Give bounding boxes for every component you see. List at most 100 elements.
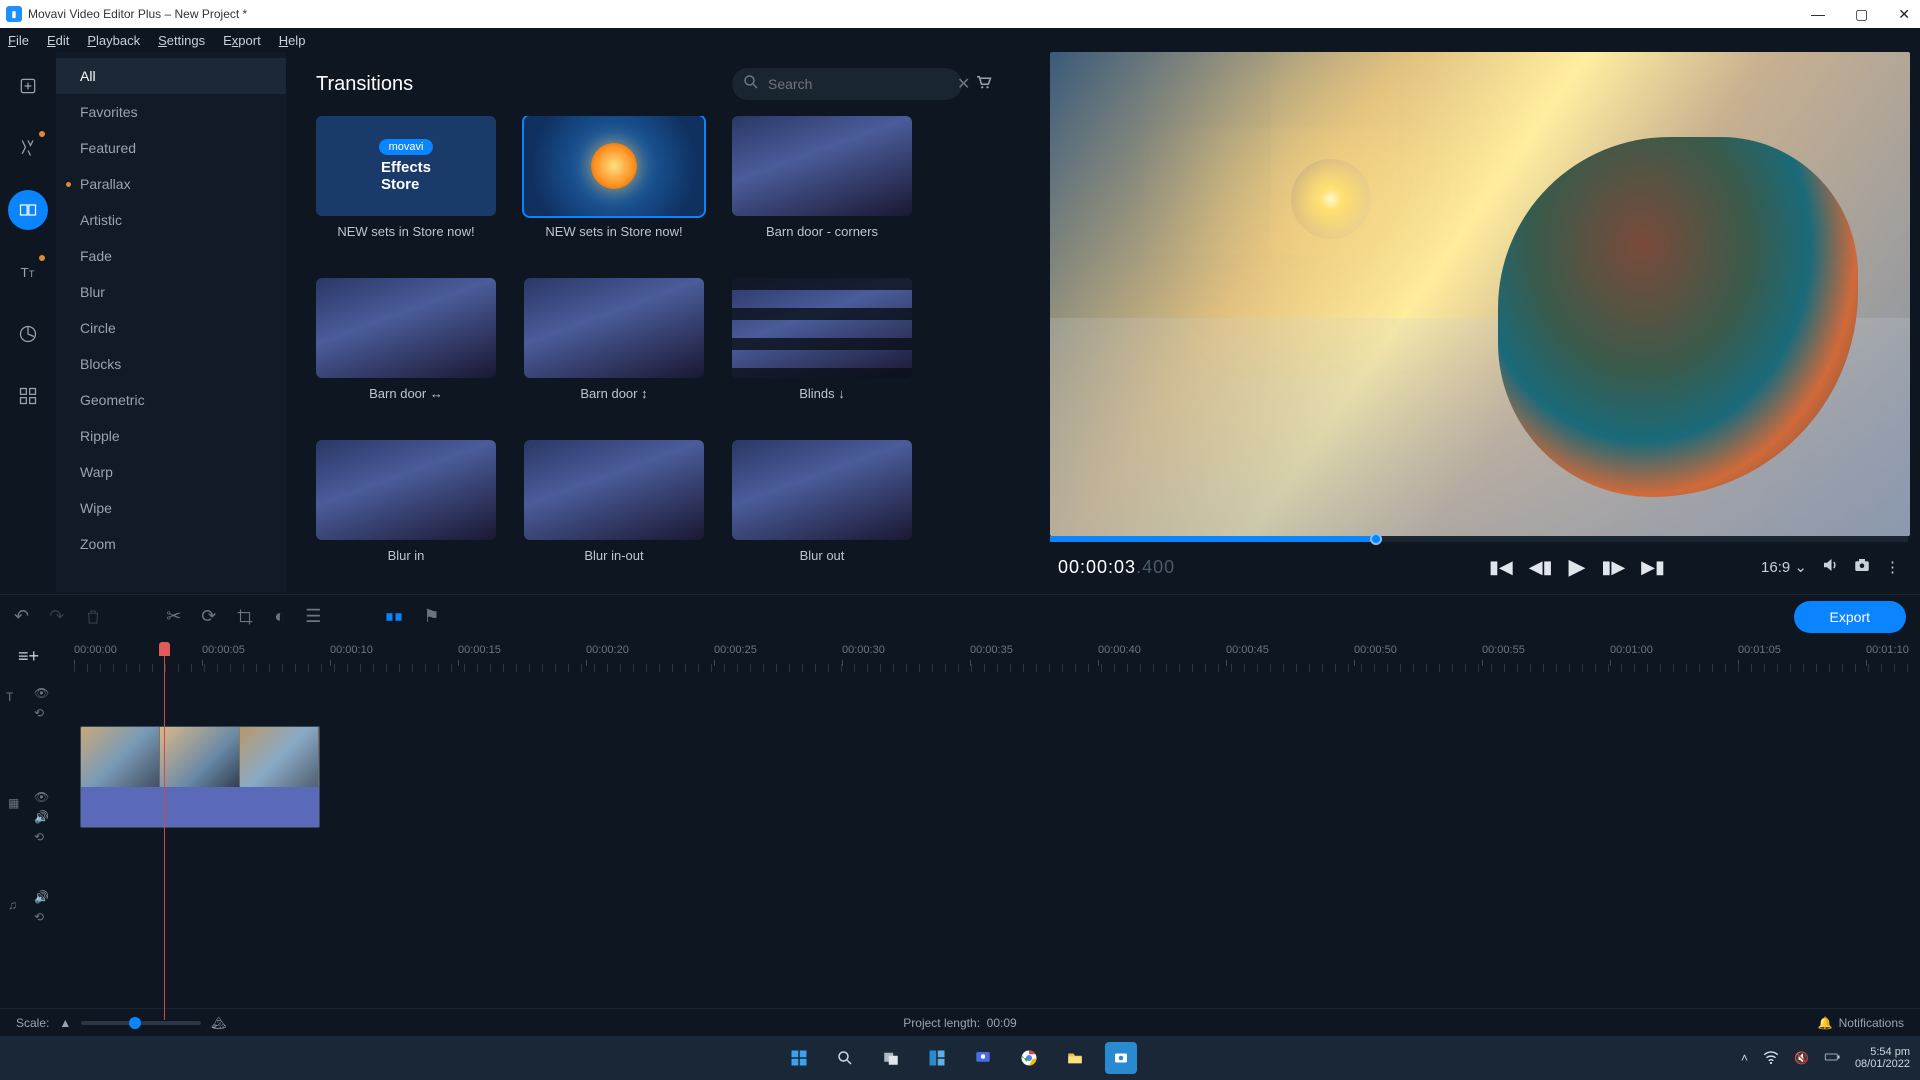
track-visibility-icon[interactable]: 👁 bbox=[34, 686, 49, 700]
menu-edit[interactable]: Edit bbox=[47, 33, 69, 48]
video-clip[interactable] bbox=[80, 726, 320, 828]
volume-tray-icon[interactable]: 🔇 bbox=[1794, 1051, 1809, 1065]
tool-titles[interactable]: TT bbox=[8, 252, 48, 292]
category-parallax[interactable]: Parallax bbox=[56, 166, 286, 202]
start-button[interactable] bbox=[783, 1042, 815, 1074]
category-fade[interactable]: Fade bbox=[56, 238, 286, 274]
tool-import[interactable] bbox=[8, 66, 48, 106]
crop-button[interactable] bbox=[236, 606, 254, 627]
category-blocks[interactable]: Blocks bbox=[56, 346, 286, 382]
transition-tile[interactable]: Blinds ↓ bbox=[732, 278, 912, 426]
category-wipe[interactable]: Wipe bbox=[56, 490, 286, 526]
time-ruler[interactable]: 00:00:0000:00:0500:00:1000:00:1500:00:20… bbox=[74, 644, 1914, 672]
transitions-grid[interactable]: movaviEffectsStoreNEW sets in Store now!… bbox=[316, 116, 992, 588]
step-back-button[interactable]: ◀▮ bbox=[1529, 557, 1553, 578]
taskbar-chrome[interactable] bbox=[1013, 1042, 1045, 1074]
delete-button[interactable] bbox=[84, 606, 102, 627]
tool-more[interactable] bbox=[8, 376, 48, 416]
color-button[interactable]: ◐ bbox=[274, 606, 285, 627]
taskbar-movavi[interactable] bbox=[1105, 1042, 1137, 1074]
transition-wizard-button[interactable] bbox=[385, 606, 403, 627]
snapshot-icon[interactable] bbox=[1853, 556, 1871, 578]
category-zoom[interactable]: Zoom bbox=[56, 526, 286, 562]
tool-transitions[interactable] bbox=[8, 190, 48, 230]
video-visibility-icon[interactable]: 👁 bbox=[34, 790, 49, 804]
music-audio-icon[interactable]: 🔊 bbox=[34, 890, 49, 904]
battery-icon[interactable] bbox=[1823, 1048, 1841, 1069]
category-artistic[interactable]: Artistic bbox=[56, 202, 286, 238]
taskbar-search[interactable] bbox=[829, 1042, 861, 1074]
search-input[interactable] bbox=[768, 76, 949, 92]
category-blur[interactable]: Blur bbox=[56, 274, 286, 310]
menu-help[interactable]: Help bbox=[279, 33, 306, 48]
prev-clip-button[interactable]: ▮◀ bbox=[1489, 557, 1513, 578]
video-audio-icon[interactable]: 🔊 bbox=[34, 810, 49, 824]
category-favorites[interactable]: Favorites bbox=[56, 94, 286, 130]
transition-tile[interactable]: Barn door ↕ bbox=[524, 278, 704, 426]
category-featured[interactable]: Featured bbox=[56, 130, 286, 166]
category-warp[interactable]: Warp bbox=[56, 454, 286, 490]
taskbar-widgets[interactable] bbox=[921, 1042, 953, 1074]
taskbar-explorer[interactable] bbox=[1059, 1042, 1091, 1074]
taskbar-chat[interactable] bbox=[967, 1042, 999, 1074]
wifi-icon[interactable] bbox=[1762, 1048, 1780, 1069]
tracks-area[interactable] bbox=[74, 672, 1914, 1020]
preview-canvas[interactable] bbox=[1050, 52, 1910, 536]
aspect-ratio[interactable]: 16:9 ⌄ bbox=[1761, 558, 1807, 576]
tool-stickers[interactable] bbox=[8, 314, 48, 354]
transition-tile[interactable]: Blur in bbox=[316, 440, 496, 588]
menubar: File Edit Playback Settings Export Help bbox=[0, 28, 1920, 52]
transition-tile[interactable]: Blur in-out bbox=[524, 440, 704, 588]
transition-tile[interactable]: NEW sets in Store now! bbox=[524, 116, 704, 264]
video-track[interactable] bbox=[74, 726, 1914, 834]
minimize-button[interactable]: — bbox=[1807, 6, 1829, 23]
menu-export[interactable]: Export bbox=[223, 33, 261, 48]
cart-icon[interactable] bbox=[974, 73, 992, 96]
volume-icon[interactable] bbox=[1821, 556, 1839, 578]
taskbar-taskview[interactable] bbox=[875, 1042, 907, 1074]
transition-tile[interactable]: movaviEffectsStoreNEW sets in Store now! bbox=[316, 116, 496, 264]
close-button[interactable]: ✕ bbox=[1894, 6, 1914, 23]
undo-button[interactable]: ↶ bbox=[14, 606, 29, 627]
zoom-out-icon[interactable]: ▲ bbox=[59, 1016, 71, 1030]
menu-settings[interactable]: Settings bbox=[158, 33, 205, 48]
play-button[interactable]: ▶ bbox=[1569, 554, 1586, 580]
playhead[interactable] bbox=[164, 642, 165, 1020]
category-circle[interactable]: Circle bbox=[56, 310, 286, 346]
taskbar-clock[interactable]: 5:54 pm 08/01/2022 bbox=[1855, 1046, 1910, 1070]
maximize-button[interactable]: ▢ bbox=[1851, 6, 1872, 23]
menu-file[interactable]: File bbox=[8, 33, 29, 48]
notifications-button[interactable]: 🔔 Notifications bbox=[1818, 1016, 1904, 1030]
transition-tile[interactable]: Blur out bbox=[732, 440, 912, 588]
clip-props-button[interactable]: ☰ bbox=[305, 606, 321, 627]
search-box[interactable]: ✕ bbox=[732, 68, 962, 100]
next-clip-button[interactable]: ▶▮ bbox=[1641, 557, 1665, 578]
search-clear-icon[interactable]: ✕ bbox=[957, 74, 970, 94]
video-link-icon[interactable]: ⟲ bbox=[34, 830, 49, 844]
step-fwd-button[interactable]: ▮▶ bbox=[1601, 557, 1625, 578]
category-all[interactable]: All bbox=[56, 58, 286, 94]
category-geometric[interactable]: Geometric bbox=[56, 382, 286, 418]
zoom-in-icon[interactable]: 🏔 bbox=[211, 1016, 226, 1030]
export-button[interactable]: Export bbox=[1794, 601, 1906, 633]
scale-slider[interactable] bbox=[81, 1021, 201, 1025]
track-text-icon[interactable]: T bbox=[6, 690, 13, 704]
preview-more-icon[interactable]: ⋮ bbox=[1885, 558, 1900, 576]
rotate-button[interactable]: ⟳ bbox=[201, 606, 216, 627]
track-link-icon[interactable]: ⟲ bbox=[34, 706, 49, 720]
menu-playback[interactable]: Playback bbox=[87, 33, 140, 48]
transition-tile[interactable]: Barn door - corners bbox=[732, 116, 912, 264]
category-ripple[interactable]: Ripple bbox=[56, 418, 286, 454]
music-track[interactable] bbox=[74, 862, 1914, 902]
music-fx-icon[interactable]: ⟲ bbox=[34, 910, 49, 924]
marker-button[interactable]: ⚑ bbox=[423, 606, 439, 627]
add-track-button[interactable]: ≡+ bbox=[18, 646, 39, 667]
transition-tile[interactable]: Barn door ↔ bbox=[316, 278, 496, 426]
tray-expand-icon[interactable]: ˄ bbox=[1741, 1051, 1748, 1065]
tool-filters[interactable] bbox=[8, 128, 48, 168]
music-track-icon[interactable]: ♫ bbox=[8, 898, 17, 912]
cut-button[interactable]: ✂ bbox=[166, 606, 181, 627]
redo-button[interactable]: ↷ bbox=[49, 606, 64, 627]
video-track-icon[interactable]: ▦ bbox=[8, 796, 19, 810]
text-track[interactable] bbox=[74, 672, 1914, 706]
